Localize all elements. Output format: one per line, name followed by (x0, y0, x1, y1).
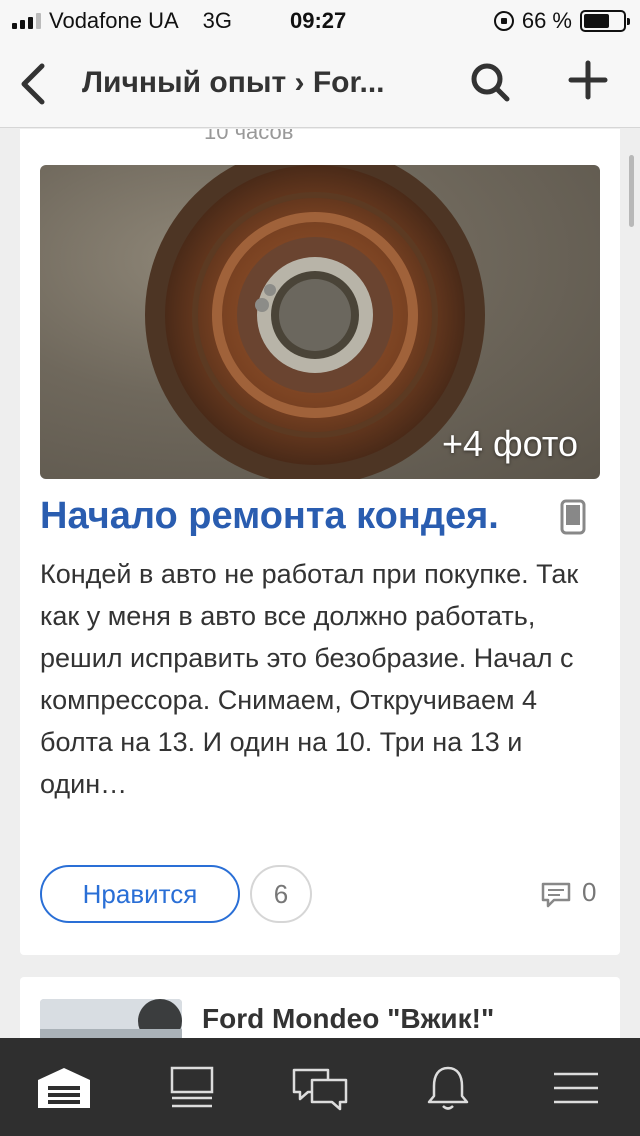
post-photo[interactable]: +4 фото (40, 165, 600, 479)
post-excerpt[interactable]: Кондей в авто не работал при покупке. Та… (40, 553, 580, 805)
chevron-left-icon (21, 63, 45, 105)
post-time: 10 часов (204, 129, 294, 144)
post-title[interactable]: Ford Mondeo "Вжик!" (202, 1003, 494, 1035)
post-thumbnail[interactable] (40, 999, 182, 1038)
photo-more-count: +4 фото (441, 423, 578, 464)
plus-icon (568, 60, 608, 100)
tab-garage[interactable] (34, 1064, 94, 1112)
messages-icon (292, 1068, 348, 1111)
battery-fill (584, 14, 610, 28)
comment-count: 0 (582, 877, 597, 907)
garage-icon (38, 1068, 90, 1108)
page-title: Личный опыт › For... (82, 66, 385, 99)
notifications-icon (427, 1066, 469, 1110)
scrollbar[interactable] (629, 155, 634, 227)
carrier-group: Vodafone UA 3G (12, 8, 232, 34)
tab-menu[interactable] (546, 1064, 606, 1112)
status-bar: Vodafone UA 3G 09:27 66 % (0, 0, 640, 40)
signal-icon (12, 13, 41, 29)
post-title[interactable]: Начало ремонта кондея. (40, 495, 499, 538)
battery-icon (580, 10, 630, 32)
feed-icon (170, 1066, 214, 1108)
carrier-name: Vodafone UA (49, 8, 179, 33)
post-card-next[interactable]: Ford Mondeo "Вжик!" (20, 977, 620, 1038)
status-right: 66 % (493, 8, 630, 34)
tab-messages[interactable] (290, 1064, 350, 1112)
orientation-lock-icon (493, 11, 514, 31)
feed[interactable]: 10 часов +4 фото Начало ремонта кондея. … (0, 129, 640, 1038)
search-icon (471, 63, 510, 102)
back-button[interactable] (14, 60, 54, 108)
search-button[interactable] (468, 58, 512, 106)
like-count: 6 (250, 865, 312, 923)
battery-percent: 66 % (521, 8, 572, 33)
menu-icon (554, 1072, 598, 1104)
post-card[interactable]: 10 часов +4 фото Начало ремонта кондея. … (20, 129, 620, 955)
comment-icon[interactable] (540, 881, 572, 909)
tab-bar (0, 1038, 640, 1136)
add-button[interactable] (566, 58, 610, 102)
tab-feed[interactable] (162, 1064, 222, 1112)
tab-notifications[interactable] (418, 1064, 478, 1112)
navigation-bar: Личный опыт › For... (0, 40, 640, 128)
clock: 09:27 (290, 8, 347, 33)
thumbnail-image (40, 999, 182, 1038)
like-button[interactable]: Нравится (40, 865, 240, 923)
mobile-device-icon (560, 499, 586, 535)
network-type: 3G (202, 8, 233, 33)
